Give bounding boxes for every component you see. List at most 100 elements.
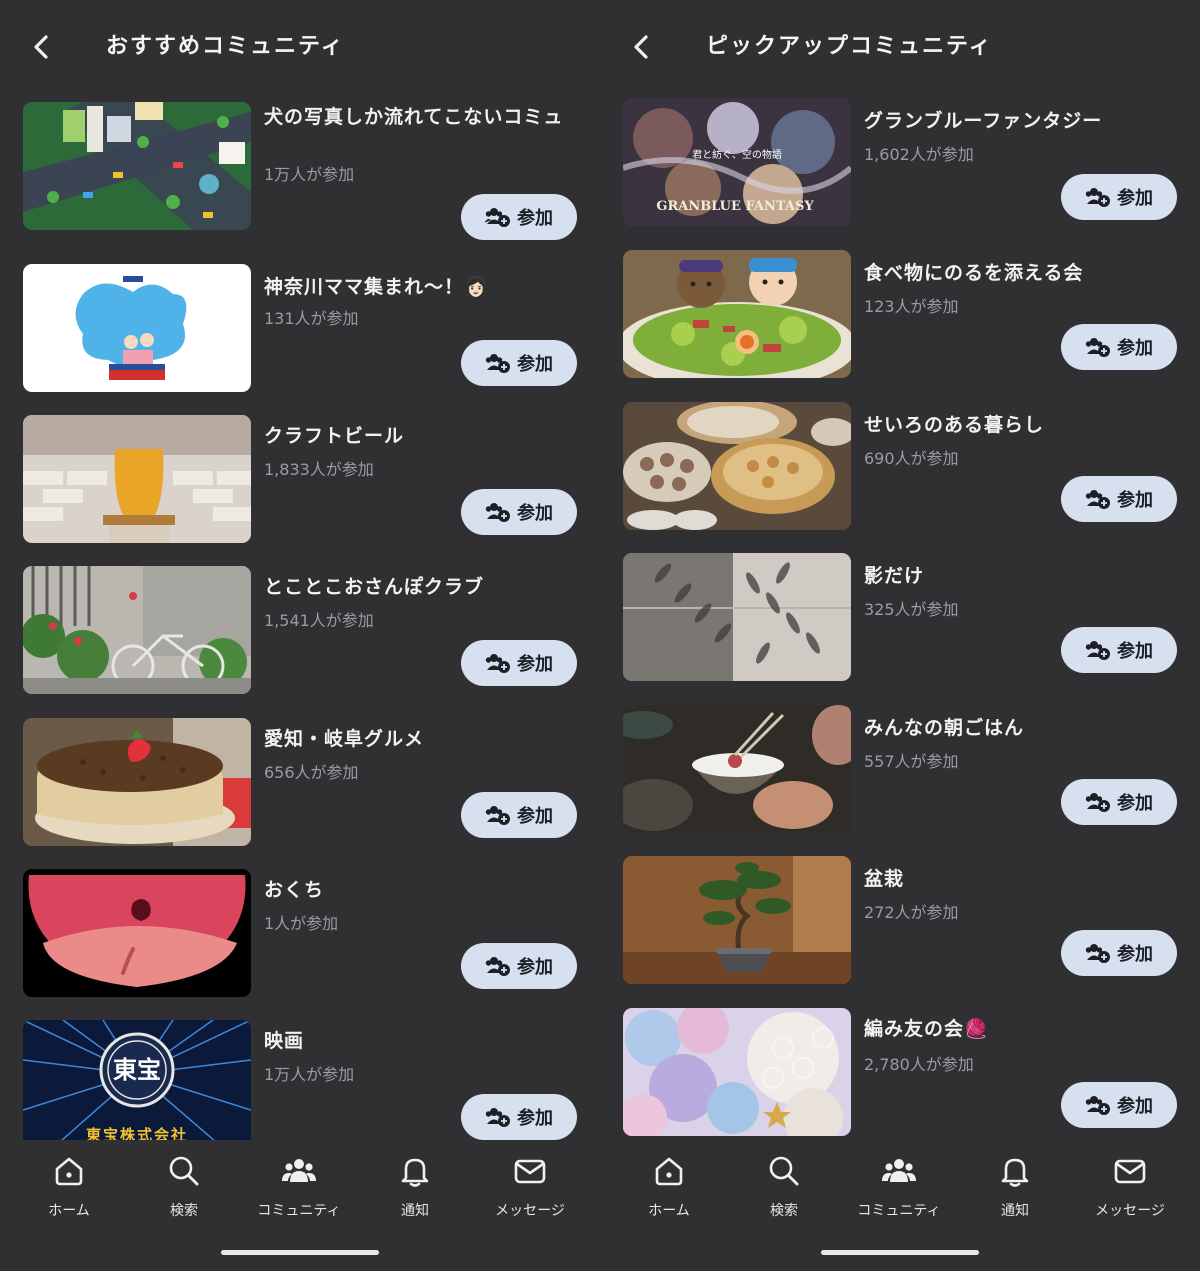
member-count: 1,602人が参加 (864, 145, 974, 164)
tab-home[interactable]: ホーム (14, 1154, 124, 1220)
pickup-communities-screen: ピックアップコミュニティ 君と紡ぐ、空の物語 GRANBLUE FANTASY … (600, 0, 1200, 1271)
join-button[interactable]: 参加 (1061, 174, 1177, 220)
chevron-left-icon (34, 35, 48, 59)
tab-notifications[interactable]: 通知 (360, 1154, 470, 1220)
movie-logo-text: 東宝 (113, 1055, 161, 1084)
tab-messages[interactable]: メッセージ (475, 1154, 585, 1220)
group-add-icon (485, 1108, 510, 1127)
community-icon (882, 1159, 916, 1182)
join-button[interactable]: 参加 (461, 489, 577, 535)
community-item[interactable]: 食べ物にのるを添える会 123人が参加 参加 (600, 250, 1200, 380)
group-add-icon (1085, 1096, 1110, 1115)
member-count: 325人が参加 (864, 600, 959, 619)
join-button[interactable]: 参加 (1061, 324, 1177, 370)
community-item[interactable]: おくち 1人が参加 参加 (0, 869, 600, 999)
group-add-icon (1085, 490, 1110, 509)
tab-community[interactable]: コミュニティ (244, 1154, 354, 1220)
member-count: 1万人が参加 (264, 1065, 355, 1084)
join-button[interactable]: 参加 (1061, 476, 1177, 522)
tab-home[interactable]: ホーム (614, 1154, 724, 1220)
community-item[interactable]: 君と紡ぐ、空の物語 GRANBLUE FANTASY グランブルーファンタジー … (600, 98, 1200, 228)
tab-messages[interactable]: メッセージ (1075, 1154, 1185, 1220)
community-name: みんなの朝ごはん (864, 717, 1025, 739)
game-subtitle-text: 君と紡ぐ、空の物語 (692, 148, 782, 161)
member-count: 1万人が参加 (264, 165, 355, 184)
join-button[interactable]: 参加 (461, 943, 577, 989)
join-label: 参加 (1117, 188, 1153, 209)
join-button[interactable]: 参加 (1061, 779, 1177, 825)
join-label: 参加 (517, 503, 553, 524)
back-button[interactable] (26, 30, 56, 64)
community-thumbnail (623, 856, 851, 984)
home-icon (655, 1157, 683, 1186)
community-item[interactable]: クラフトビール 1,833人が参加 参加 (0, 415, 600, 545)
tab-notifications[interactable]: 通知 (960, 1154, 1070, 1220)
tab-label: 検索 (770, 1203, 798, 1219)
join-button[interactable]: 参加 (461, 194, 577, 240)
community-name: 影だけ (864, 565, 925, 587)
community-list[interactable]: 君と紡ぐ、空の物語 GRANBLUE FANTASY グランブルーファンタジー … (600, 98, 1200, 1140)
community-item[interactable]: みんなの朝ごはん 557人が参加 参加 (600, 705, 1200, 835)
join-label: 参加 (517, 806, 553, 827)
join-label: 参加 (517, 957, 553, 978)
chevron-left-icon (634, 35, 648, 59)
community-thumbnail (23, 718, 251, 846)
group-add-icon (485, 806, 510, 825)
community-item[interactable]: 愛知・岐阜グルメ 656人が参加 参加 (0, 718, 600, 848)
community-name: おくち (264, 879, 325, 901)
tab-search[interactable]: 検索 (729, 1154, 839, 1220)
join-button[interactable]: 参加 (1061, 1082, 1177, 1128)
back-button[interactable] (626, 30, 656, 64)
group-add-icon (485, 503, 510, 522)
community-name: 食べ物にのるを添える会 (864, 262, 1084, 284)
home-indicator[interactable] (821, 1250, 979, 1255)
home-indicator[interactable] (221, 1250, 379, 1255)
join-label: 参加 (1117, 1096, 1153, 1117)
join-label: 参加 (517, 654, 553, 675)
mail-icon (514, 1159, 546, 1184)
join-label: 参加 (1117, 944, 1153, 965)
join-button[interactable]: 参加 (461, 340, 577, 386)
community-thumbnail (23, 566, 251, 694)
community-list[interactable]: 犬の写真しか流れてこないコミュ 1万人が参加 参加 神奈川ママ集まれ〜！👩🏻 1… (0, 98, 600, 1140)
tab-search[interactable]: 検索 (129, 1154, 239, 1220)
community-item[interactable]: 神奈川ママ集まれ〜！👩🏻 131人が参加 参加 (0, 264, 600, 394)
community-name: 愛知・岐阜グルメ (264, 728, 425, 750)
member-count: 131人が参加 (264, 309, 359, 328)
join-button[interactable]: 参加 (461, 1094, 577, 1140)
tab-community[interactable]: コミュニティ (844, 1154, 954, 1220)
community-thumbnail (623, 705, 851, 833)
community-name: 神奈川ママ集まれ〜！👩🏻 (264, 276, 489, 298)
mail-icon (1114, 1159, 1146, 1184)
tab-label: 通知 (401, 1203, 429, 1219)
tab-label: コミュニティ (857, 1203, 941, 1219)
community-item[interactable]: 東宝 東宝株式会社 映画 1万人が参加 参加 (0, 1020, 600, 1140)
community-name: 編み友の会🧶 (864, 1018, 989, 1040)
group-add-icon (485, 957, 510, 976)
home-icon (55, 1157, 83, 1186)
community-item[interactable]: 盆栽 272人が参加 参加 (600, 856, 1200, 986)
community-thumbnail (623, 553, 851, 681)
community-item[interactable]: 犬の写真しか流れてこないコミュ 1万人が参加 参加 (0, 102, 600, 240)
tab-label: ホーム (648, 1203, 690, 1219)
page-title: おすすめコミュニティ (106, 34, 345, 59)
community-item[interactable]: 影だけ 325人が参加 参加 (600, 553, 1200, 683)
join-button[interactable]: 参加 (461, 792, 577, 838)
community-thumbnail (23, 264, 251, 392)
community-item[interactable]: とことこおさんぽクラブ 1,541人が参加 参加 (0, 566, 600, 696)
community-item[interactable]: せいろのある暮らし 690人が参加 参加 (600, 402, 1200, 532)
community-icon (282, 1159, 316, 1182)
member-count: 272人が参加 (864, 903, 959, 922)
community-thumbnail (623, 402, 851, 530)
member-count: 1,541人が参加 (264, 611, 374, 630)
bell-icon (401, 1158, 429, 1187)
join-label: 参加 (1117, 793, 1153, 814)
join-button[interactable]: 参加 (1061, 930, 1177, 976)
community-item[interactable]: 編み友の会🧶 2,780人が参加 参加 (600, 1008, 1200, 1138)
search-icon (169, 1156, 199, 1186)
join-button[interactable]: 参加 (1061, 627, 1177, 673)
join-label: 参加 (517, 1108, 553, 1129)
tab-label: 検索 (170, 1203, 198, 1219)
join-button[interactable]: 参加 (461, 640, 577, 686)
tab-label: メッセージ (1095, 1203, 1165, 1219)
